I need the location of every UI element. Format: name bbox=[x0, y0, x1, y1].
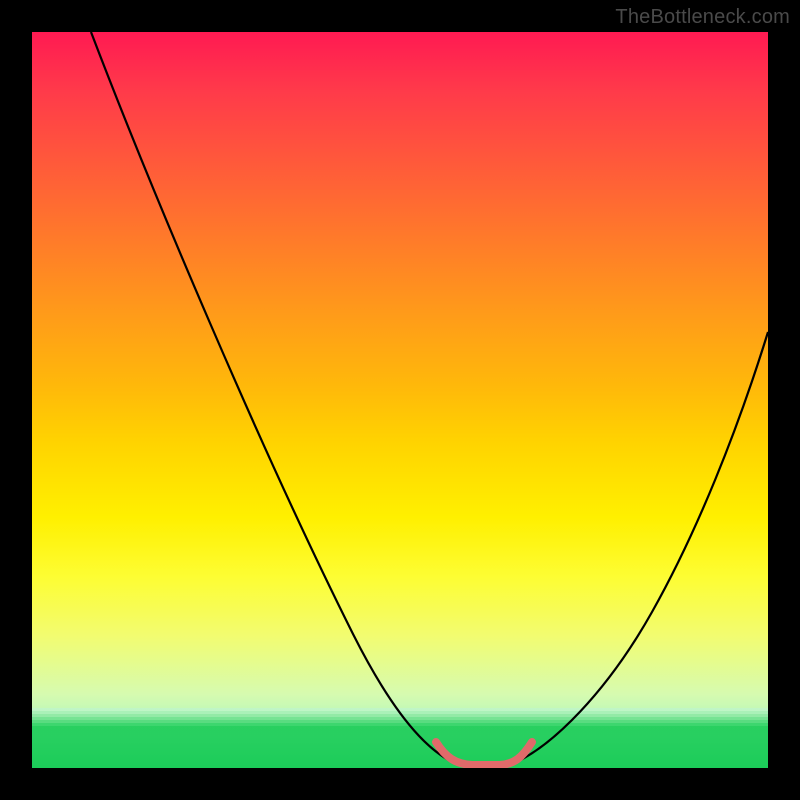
bottleneck-curve-left bbox=[91, 32, 457, 764]
curve-layer bbox=[32, 32, 768, 768]
plot-area bbox=[32, 32, 768, 768]
bottom-highlight-curve bbox=[436, 742, 532, 765]
bottleneck-curve-right bbox=[512, 332, 768, 764]
chart-frame: TheBottleneck.com bbox=[0, 0, 800, 800]
watermark-text: TheBottleneck.com bbox=[615, 6, 790, 29]
